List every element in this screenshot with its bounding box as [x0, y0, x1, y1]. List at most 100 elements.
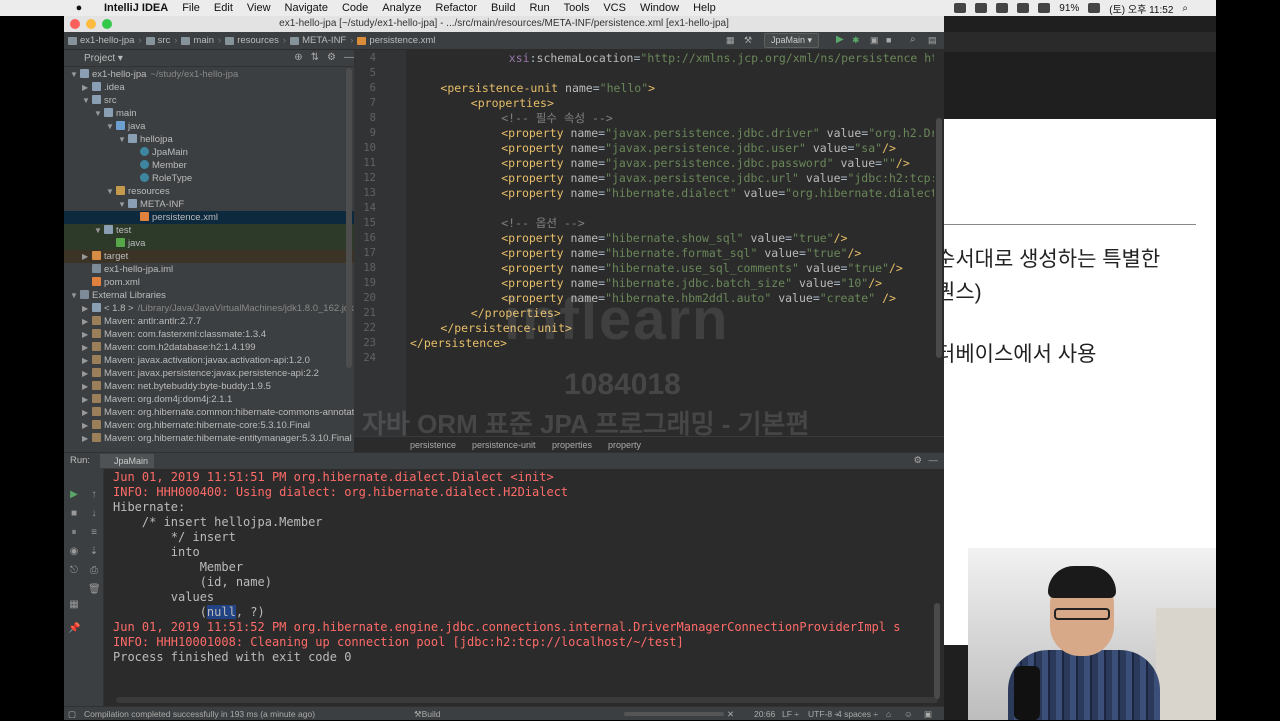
breadcrumb-persistence-unit[interactable]: persistence-unit [472, 437, 536, 453]
tree-item[interactable]: ▶ Maven: javax.persistence:javax.persiste… [64, 367, 354, 380]
clock[interactable]: (토) 오후 11:52 [1109, 1, 1173, 16]
tree-item[interactable]: ▶ .idea [64, 81, 354, 94]
stop-icon[interactable]: ■ [886, 35, 896, 45]
tree-item[interactable]: ex1-hello-jpa.iml [64, 263, 354, 276]
menu-edit[interactable]: Edit [214, 2, 233, 14]
scroll-to-end-icon[interactable]: ⇣ [88, 546, 100, 558]
crumb-src[interactable]: src [142, 35, 175, 46]
code-line[interactable]: xsi:schemaLocation="http://xmlns.jcp.org… [509, 51, 934, 66]
hide-icon[interactable]: — [344, 53, 354, 63]
console-vertical-scrollbar[interactable] [934, 603, 940, 699]
tree-item[interactable]: ▼ META-INF [64, 198, 354, 211]
battery-percent[interactable]: 91% [1059, 3, 1079, 14]
tree-item[interactable]: ▶ Maven: org.dom4j:dom4j:2.1.1 [64, 393, 354, 406]
breadcrumb-properties[interactable]: properties [552, 437, 592, 453]
tree-item[interactable]: java [64, 237, 354, 250]
chevron-down-icon[interactable]: ▼ [70, 68, 80, 81]
console-output[interactable]: Jun 01, 2019 11:51:51 PM org.hibernate.d… [113, 470, 943, 700]
editor-scroll-thumb[interactable] [936, 118, 942, 358]
tree-item[interactable]: pom.xml [64, 276, 354, 289]
status-layout-icon[interactable]: ▢ [68, 707, 76, 721]
tree-item[interactable]: ▼ java [64, 120, 354, 133]
crumb-persistence-xml[interactable]: persistence.xml [353, 35, 439, 46]
code-line[interactable]: </properties> [471, 306, 561, 321]
build-status[interactable]: ⚒ Build [414, 707, 441, 721]
code-line[interactable]: <property name="javax.persistence.jdbc.p… [501, 156, 910, 171]
chevron-right-icon[interactable]: ▶ [82, 432, 92, 445]
breadcrumb-persistence[interactable]: persistence [410, 437, 456, 453]
close-window-button[interactable] [70, 19, 80, 29]
code-line[interactable]: <property name="hibernate.dialect" value… [501, 186, 934, 201]
menu-tools[interactable]: Tools [564, 2, 590, 14]
chevron-down-icon[interactable]: ▼ [106, 120, 116, 133]
tree-item[interactable]: ▶ Maven: org.hibernate.common:hibernate-c… [64, 406, 372, 419]
tree-item[interactable]: ▶ < 1.8 >/Library/Java/JavaVirtualMachine… [64, 302, 354, 315]
chevron-right-icon[interactable]: ▶ [82, 302, 92, 315]
menu-code[interactable]: Code [342, 2, 368, 14]
menu-help[interactable]: Help [693, 2, 716, 14]
code-line[interactable]: <property name="hibernate.show_sql" valu… [501, 231, 847, 246]
menu-run[interactable]: Run [529, 2, 549, 14]
exit-icon[interactable]: ⎋ [68, 565, 80, 577]
code-line[interactable]: <!-- 필수 속성 --> [501, 111, 613, 126]
status-icon[interactable] [975, 3, 988, 13]
coverage-icon[interactable]: ▣ [870, 35, 880, 45]
tree-item[interactable]: ▼ hellojpa [64, 133, 354, 146]
hammer-icon[interactable]: ⚒ [744, 35, 754, 45]
chevron-right-icon[interactable]: ▶ [82, 393, 92, 406]
tree-item[interactable]: ▼ src [64, 94, 354, 107]
menu-file[interactable]: File [182, 2, 200, 14]
minimize-window-button[interactable] [86, 19, 96, 29]
tree-item[interactable]: ▼ resources [64, 185, 354, 198]
project-panel-title[interactable]: Project [84, 53, 115, 64]
pin-icon[interactable]: 📌 [68, 623, 80, 635]
tree-item[interactable]: ▶ Maven: org.hibernate:hibernate-entityma… [64, 432, 354, 445]
locate-icon[interactable]: ⊕ [294, 53, 302, 63]
crumb-main[interactable]: main [177, 35, 218, 46]
tree-item[interactable]: ▶ Maven: net.bytebuddy:byte-buddy:1.9.5 [64, 380, 354, 393]
code-line[interactable]: <property name="hibernate.hbm2ddl.auto" … [501, 291, 896, 306]
indent-setting[interactable]: 4 spaces ÷ [837, 707, 878, 721]
input-source-icon[interactable] [1088, 3, 1101, 13]
chevron-down-icon[interactable]: ▼ [118, 198, 128, 211]
caret-position[interactable]: 20:66 [754, 707, 775, 721]
file-encoding[interactable]: UTF-8 ÷ [808, 707, 839, 721]
git-icon[interactable]: ⌂ [886, 707, 891, 721]
soft-wrap-icon[interactable]: ≡ [88, 527, 100, 539]
tree-item[interactable]: ▶ target [64, 250, 354, 263]
stop-icon[interactable]: ■ [68, 508, 80, 520]
collapse-icon[interactable]: ⇅ [311, 53, 319, 63]
status-message[interactable]: Compilation completed successfully in 19… [84, 707, 315, 721]
notifications-icon[interactable]: ▣ [924, 707, 932, 721]
chevron-right-icon[interactable]: ▶ [82, 250, 92, 263]
trash-icon[interactable]: 🗑 [88, 584, 101, 596]
tree-item[interactable]: Member [64, 159, 354, 172]
editor-scrollbar[interactable] [934, 50, 944, 442]
hide-icon[interactable]: — [929, 453, 939, 469]
code-line[interactable]: <!-- 옵션 --> [501, 216, 584, 231]
menu-refactor[interactable]: Refactor [435, 2, 477, 14]
menu-view[interactable]: View [247, 2, 271, 14]
chevron-right-icon[interactable]: ▶ [82, 81, 92, 94]
chevron-down-icon[interactable]: ▼ [94, 107, 104, 120]
zoom-window-button[interactable] [102, 19, 112, 29]
project-scrollbar[interactable] [346, 68, 352, 368]
tree-item[interactable]: ▶ Maven: com.h2database:h2:1.4.199 [64, 341, 354, 354]
tree-item[interactable]: ▼ External Libraries [64, 289, 354, 302]
menu-build[interactable]: Build [491, 2, 515, 14]
run-icon[interactable]: ▶ [836, 35, 846, 45]
chevron-down-icon[interactable]: ▼ [70, 289, 80, 302]
camera-icon[interactable]: ◉ [68, 546, 80, 558]
code-line[interactable]: <property name="hibernate.jdbc.batch_siz… [501, 276, 882, 291]
chevron-right-icon[interactable]: ▶ [82, 354, 92, 367]
menu-navigate[interactable]: Navigate [285, 2, 328, 14]
chevron-right-icon[interactable]: ▶ [82, 367, 92, 380]
code-line[interactable]: <properties> [471, 96, 554, 111]
print-icon[interactable]: ⎙ [88, 565, 100, 577]
code-line[interactable]: <property name="hibernate.use_sql_commen… [501, 261, 903, 276]
gear-icon[interactable]: ⚙ [327, 53, 336, 63]
progress-close-icon[interactable]: ✕ [727, 707, 734, 721]
status-icon[interactable] [954, 3, 967, 13]
tree-item[interactable]: ▶ Maven: com.fasterxml:classmate:1.3.4 [64, 328, 354, 341]
layout-icon[interactable]: ▦ [68, 599, 80, 611]
